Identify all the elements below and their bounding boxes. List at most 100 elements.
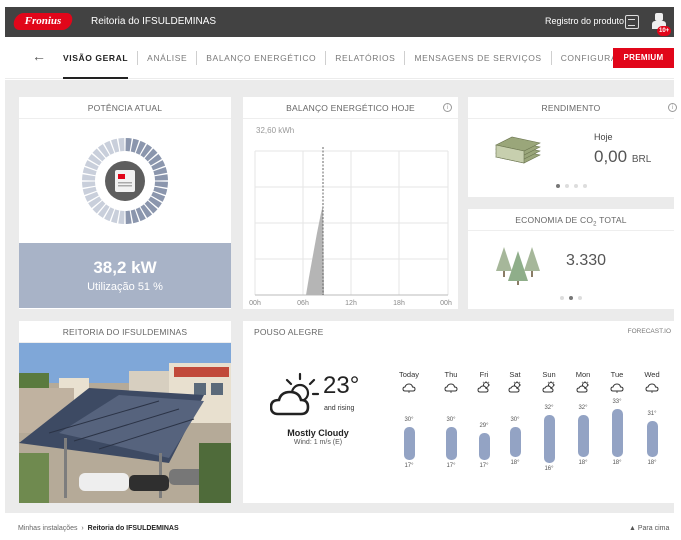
forecast-low: 17° [479,463,489,469]
temperature-range-bar [404,427,415,460]
temperature-range-bar [612,409,623,457]
breadcrumb-root-link[interactable]: Minhas instalações [18,525,78,532]
forecast-day-name: Sun [542,370,556,379]
partly-cloudy-icon [576,381,589,393]
x-tick: 00h [440,300,452,307]
gauge-segment [118,138,125,152]
x-tick: 18h [393,300,405,307]
temperature-range-bar [544,415,555,463]
carousel-dots[interactable] [556,184,587,188]
production-area [306,205,324,295]
current-power-card[interactable]: POTÊNCIA ATUAL 38,2 kW Utilização 51 % [19,97,231,309]
partly-cloudy-icon [542,381,555,393]
forecast-high: 29° [479,423,489,429]
tab-mensagens-servicos[interactable]: MENSAGENS DE SERVIÇOS [405,37,550,79]
forecast-high: 31° [647,411,657,417]
partly-cloudy-icon [270,372,320,416]
energy-balance-chart: 00h 06h 12h 18h 00h [249,147,452,307]
premium-button[interactable]: PREMIUM [613,48,674,68]
fronius-logo[interactable]: Fronius [11,13,75,30]
forecast-day-name: Sat [509,370,521,379]
forecast-high: 30° [446,417,456,423]
temperature-range-bar [446,427,457,460]
breadcrumb-separator: › [81,525,84,532]
x-tick: 12h [345,300,357,307]
tab-bar: VISÃO GERAL ANÁLISE BALANÇO ENERGÉTICO R… [63,37,653,79]
forecast-high: 32° [578,405,588,411]
trees-icon [496,247,540,285]
top-bar: Fronius Reitoria do IFSULDEMINAS Registr… [5,7,674,37]
forecast-day: Fri 29° 17° [472,370,496,469]
cloud-icon [444,383,458,393]
weather-condition: Mostly Cloudy [287,428,349,438]
logo-text: Fronius [24,15,62,27]
forecast-high: 30° [510,417,520,423]
temperature-trend: and rising [324,405,355,412]
power-value: 38,2 kW [93,258,157,277]
yield-card[interactable]: RENDIMENTO i Hoje 0,00 BRL [468,97,677,197]
forecast-day: Wed 31° 18° [640,370,664,466]
forecast-low: 18° [647,460,657,466]
co2-savings-card[interactable]: ECONOMIA DE CO2 TOTAL 3.330 [468,209,674,309]
wind-info: Wind: 1 m/s (E) [293,439,343,446]
forecast-high: 33° [612,399,622,405]
power-summary-panel: 38,2 kW Utilização 51 % [19,243,231,308]
gauge-segment [154,181,168,188]
registration-icon[interactable] [625,15,639,29]
temperature-range-bar [578,415,589,457]
card-title: RENDIMENTO [468,97,674,119]
inverter-icon [115,170,135,192]
forecast-low: 17° [446,463,456,469]
forecast-low: 17° [404,463,414,469]
utilization-text: Utilização 51 % [87,281,163,293]
gauge-segment [118,210,125,224]
info-icon[interactable]: i [443,103,452,112]
weather-card[interactable]: POUSO ALEGRE FORECAST.IO 23° and rising … [243,321,674,503]
yield-value: 0,00 BRL [594,147,652,166]
footer: Minhas instalações › Reitoria do IFSULDE… [5,513,674,540]
forecast-day-name: Thu [444,370,458,379]
energy-balance-card[interactable]: BALANÇO ENERGÉTICO HOJE i 32,60 kWh 00h … [243,97,458,309]
notification-badge[interactable]: 10+ [657,26,672,36]
info-icon[interactable]: i [668,103,677,112]
energy-total: 32,60 kWh [256,126,295,135]
partly-cloudy-icon [477,381,490,393]
forecast-day-name: Mon [575,370,591,379]
forecast-day-name: Wed [644,370,660,379]
tab-balanco-energetico[interactable]: BALANÇO ENERGÉTICO [197,37,325,79]
cloud-icon [402,383,416,393]
x-tick: 06h [297,300,309,307]
cloud-icon [610,383,624,393]
site-photo-card[interactable]: REITORIA DO IFSULDEMINAS [19,321,231,503]
installation-title: Reitoria do IFSULDEMINAS [91,16,217,27]
gauge-segment [154,174,168,181]
forecast-day-name: Fri [479,370,489,379]
main-nav: ← VISÃO GERAL ANÁLISE BALANÇO ENERGÉTICO… [5,37,674,79]
x-tick: 00h [249,300,261,307]
scroll-to-top-link[interactable]: ▲ Para cima [629,525,669,532]
tab-visao-geral[interactable]: VISÃO GERAL [63,37,137,79]
yield-period-label: Hoje [594,132,613,142]
forecast-day: Sat 30° 18° [503,370,527,466]
forecast-day: Sun 32° 16° [537,370,561,472]
gauge-segment [82,174,96,181]
back-arrow-icon[interactable]: ← [32,48,46,64]
temperature-range-bar [647,421,658,457]
tab-relatorios[interactable]: RELATÓRIOS [326,37,404,79]
forecast-day: Tue 33° 18° [605,370,629,466]
product-registration-link[interactable]: Registro do produto [545,16,624,26]
power-gauge [82,138,168,224]
forecast-day-name: Tue [610,370,624,379]
forecast-low: 16° [544,466,554,472]
forecast-day: Thu 30° 17° [439,370,463,469]
current-temperature: 23° [323,372,360,399]
forecast-low: 18° [510,460,520,466]
forecast-source-link[interactable]: FORECAST.IO [628,328,671,335]
carousel-dots[interactable] [560,296,582,300]
forecast-day: Today 30° 17° [397,370,421,469]
gauge-segment [125,138,132,152]
forecast-low: 18° [612,460,622,466]
forecast-day-name: Today [398,370,419,379]
forecast-high: 30° [404,417,414,423]
tab-analise[interactable]: ANÁLISE [138,37,196,79]
